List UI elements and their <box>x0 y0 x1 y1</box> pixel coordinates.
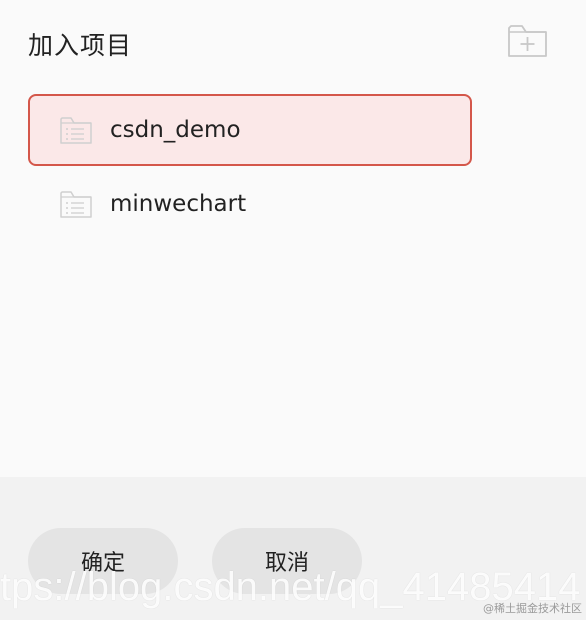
project-item-minwechart[interactable]: minwechart <box>28 168 472 240</box>
project-item-csdn-demo[interactable]: csdn_demo <box>28 94 472 166</box>
project-list: csdn_demo minwechart <box>28 94 472 240</box>
dialog-title: 加入项目 <box>28 31 133 60</box>
folder-list-icon <box>60 190 92 218</box>
folder-add-icon <box>508 25 547 57</box>
watermark-credit: @稀土掘金技术社区 <box>483 602 582 615</box>
folder-list-icon <box>60 116 92 144</box>
project-label: csdn_demo <box>110 117 241 143</box>
project-label: minwechart <box>110 191 247 217</box>
new-folder-button[interactable] <box>507 22 549 60</box>
